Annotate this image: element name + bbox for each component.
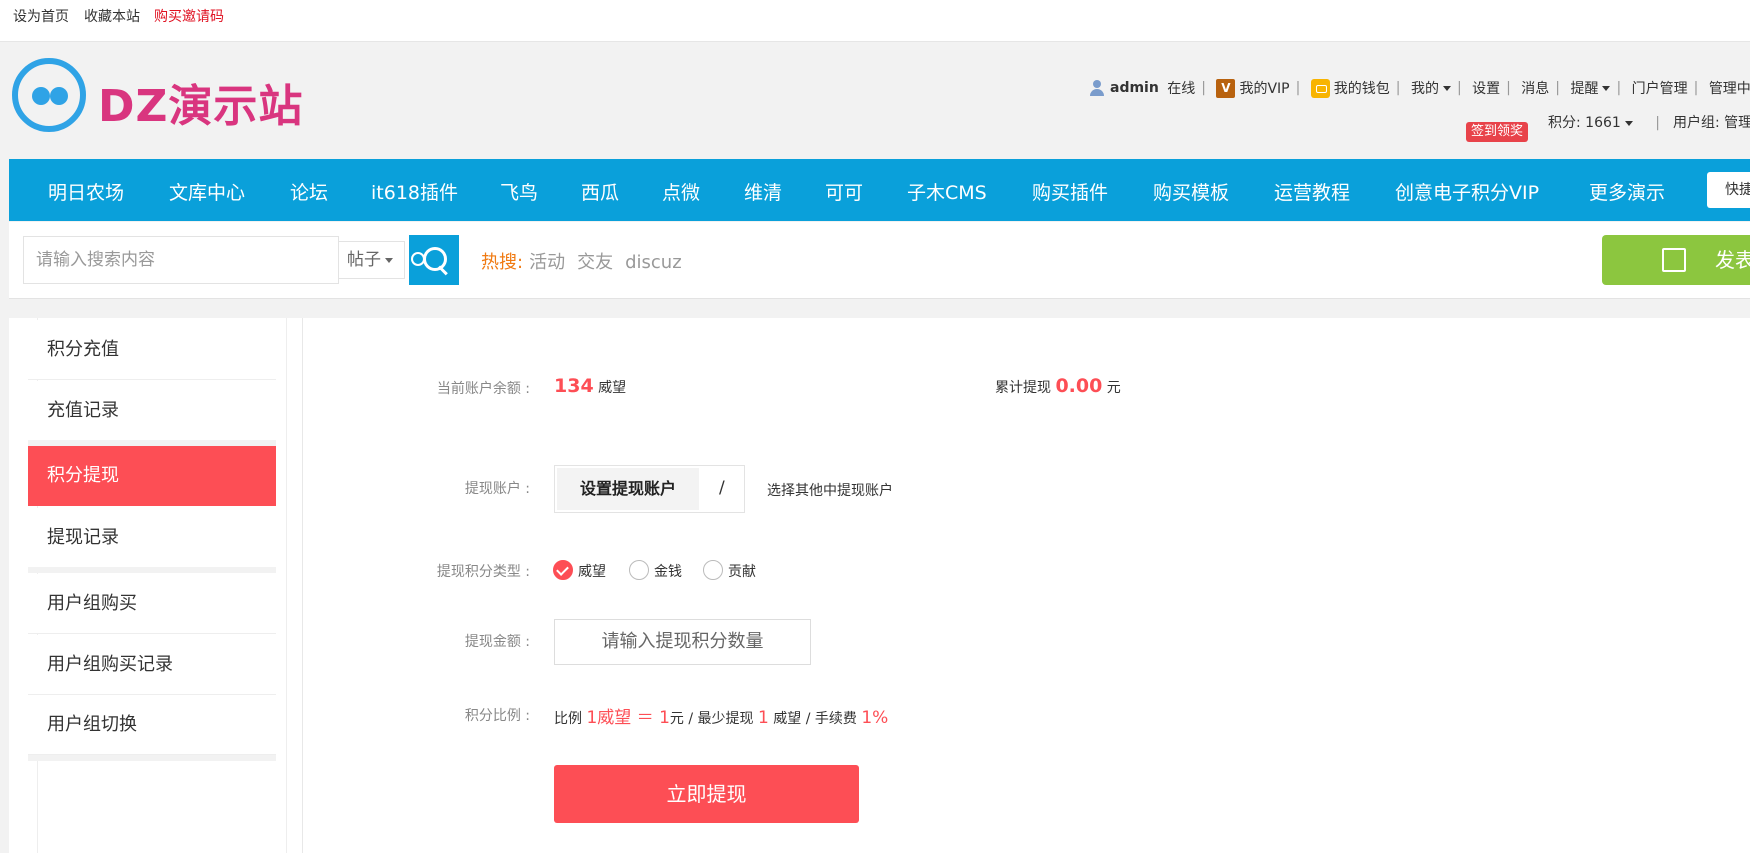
search-button[interactable] bbox=[409, 235, 459, 285]
search-type-select[interactable]: 帖子 bbox=[339, 241, 405, 279]
search-type-value: 帖子 bbox=[347, 250, 381, 270]
vip-icon: V bbox=[1216, 78, 1236, 98]
balance-unit: 威望 bbox=[598, 380, 627, 396]
user-nav: admin 在线 | V 我的VIP | 我的钱包 | 我的 | 设置 | 消息 | 提醒 | … bbox=[1090, 78, 1750, 98]
buy-invite-code-link[interactable]: 购买邀请码 bbox=[154, 6, 224, 26]
radio-label-weiwang: 威望 bbox=[578, 564, 606, 580]
nav-item-library[interactable]: 文库中心 bbox=[169, 178, 245, 205]
fee-value: 1% bbox=[861, 708, 889, 728]
radio-weiwang[interactable] bbox=[553, 560, 573, 580]
withdraw-submit-button[interactable]: 立即提现 bbox=[554, 765, 859, 823]
sidebar-item-recharge-records[interactable]: 充值记录 bbox=[28, 381, 276, 441]
balance-display: 134 威望 bbox=[554, 375, 626, 397]
sidebar-item-withdraw-records[interactable]: 提现记录 bbox=[28, 508, 276, 568]
nav-item-buy-plugins[interactable]: 购买插件 bbox=[1032, 178, 1108, 205]
sidebar-item-withdraw[interactable]: 积分提现 bbox=[28, 446, 276, 506]
amount-label: 提现金额 : bbox=[464, 634, 530, 650]
set-account-button[interactable]: 设置提现账户 bbox=[557, 468, 699, 510]
my-vip-link[interactable]: 我的VIP bbox=[1239, 78, 1289, 98]
chevron-down-icon bbox=[385, 257, 393, 263]
radio-gongxian[interactable] bbox=[703, 560, 723, 580]
nav-item-keke[interactable]: 可可 bbox=[825, 178, 863, 205]
mine-menu[interactable]: 我的 bbox=[1411, 78, 1439, 98]
post-button[interactable]: 发表 bbox=[1602, 235, 1750, 285]
settings-link[interactable]: 设置 bbox=[1472, 78, 1500, 98]
min-withdraw-unit: 威望 / 手续费 bbox=[773, 711, 857, 727]
ratio-label: 积分比例 : bbox=[464, 708, 530, 724]
search-icon bbox=[423, 247, 447, 271]
usergroup-display: 用户组: 管理员 bbox=[1673, 115, 1750, 131]
total-value: 0.00 bbox=[1055, 375, 1103, 397]
balance-label: 当前账户余额 : bbox=[436, 381, 530, 397]
points-display[interactable]: 积分: 1661 | bbox=[1548, 112, 1660, 132]
nav-item-dianwei[interactable]: 点微 bbox=[662, 178, 700, 205]
radio-jinqian[interactable] bbox=[629, 560, 649, 580]
wallet-icon bbox=[1310, 78, 1330, 98]
hot-search-label: 热搜: bbox=[481, 252, 524, 273]
nav-item-weiqing[interactable]: 维清 bbox=[744, 178, 782, 205]
top-bar: 设为首页 收藏本站 购买邀请码 bbox=[0, 0, 1750, 42]
sign-in-reward-badge[interactable]: 签到领奖 bbox=[1466, 122, 1529, 142]
sidebar-item-recharge[interactable]: 积分充值 bbox=[28, 320, 276, 380]
account-separator: / bbox=[719, 478, 725, 498]
nav-item-feiniao[interactable]: 飞鸟 bbox=[500, 178, 538, 205]
ratio-unit: 元 / 最少提现 bbox=[669, 711, 754, 727]
min-withdraw-value: 1 bbox=[757, 708, 769, 728]
nav-item-credits-vip[interactable]: 创意电子积分VIP bbox=[1395, 178, 1539, 205]
messages-link[interactable]: 消息 bbox=[1521, 78, 1549, 98]
hot-search: 热搜: 活动 交友 discuz bbox=[481, 248, 694, 274]
withdraw-account-box: 设置提现账户 / bbox=[554, 465, 745, 513]
nav-item-xigua[interactable]: 西瓜 bbox=[581, 178, 619, 205]
nav-item-buy-templates[interactable]: 购买模板 bbox=[1153, 178, 1229, 205]
online-status: 在线 bbox=[1167, 81, 1196, 97]
sidebar-item-usergroup-buy-records[interactable]: 用户组购买记录 bbox=[28, 635, 276, 695]
radio-label-gongxian: 贡献 bbox=[728, 564, 756, 580]
hot-keyword[interactable]: discuz bbox=[625, 252, 682, 273]
portal-admin-link[interactable]: 门户管理 bbox=[1632, 78, 1688, 98]
logo-text: DZ演示站 bbox=[98, 81, 304, 132]
nav-item-farm[interactable]: 明日农场 bbox=[48, 178, 124, 205]
total-label: 累计提现 bbox=[995, 380, 1051, 396]
chevron-down-icon bbox=[1442, 85, 1451, 91]
account-label: 提现账户 : bbox=[464, 481, 530, 497]
logo-dot-icon bbox=[50, 87, 68, 105]
my-wallet-link[interactable]: 我的钱包 bbox=[1334, 78, 1390, 98]
ratio-value: 1威望 ＝ 1 bbox=[586, 708, 670, 728]
search-input[interactable]: 请输入搜索内容 bbox=[23, 236, 339, 284]
main-nav: 明日农场 文库中心 论坛 it618插件 飞鸟 西瓜 点微 维清 可可 子木CM… bbox=[9, 159, 1750, 221]
total-withdrawn: 累计提现 0.00 元 bbox=[995, 375, 1121, 397]
withdraw-panel bbox=[302, 318, 1750, 853]
balance-value: 134 bbox=[554, 375, 594, 397]
points-value: 积分: 1661 bbox=[1548, 115, 1621, 131]
withdraw-amount-input[interactable]: 请输入提现积分数量 bbox=[554, 619, 811, 665]
site-logo[interactable]: DZ演示站 bbox=[12, 58, 302, 140]
set-home-link[interactable]: 设为首页 bbox=[13, 6, 69, 26]
logo-dot-icon bbox=[32, 87, 50, 105]
hot-keyword[interactable]: 交友 bbox=[577, 252, 613, 273]
hot-keyword[interactable]: 活动 bbox=[529, 252, 565, 273]
quick-button[interactable]: 快捷 bbox=[1707, 172, 1750, 208]
ratio-info: 比例 1威望 ＝ 1元 / 最少提现 1 威望 / 手续费 1% bbox=[554, 703, 888, 728]
reminders-menu[interactable]: 提醒 bbox=[1570, 78, 1598, 98]
nav-item-zimu-cms[interactable]: 子木CMS bbox=[907, 178, 987, 205]
sidebar-item-usergroup-switch[interactable]: 用户组切换 bbox=[28, 695, 276, 755]
total-unit: 元 bbox=[1106, 380, 1121, 396]
admin-center-link[interactable]: 管理中心 bbox=[1709, 78, 1750, 98]
username-link[interactable]: admin bbox=[1110, 80, 1159, 96]
edit-icon bbox=[1662, 248, 1686, 272]
type-label: 提现积分类型 : bbox=[436, 564, 530, 580]
nav-item-more-demos[interactable]: 更多演示 bbox=[1589, 178, 1665, 205]
chevron-down-icon bbox=[1602, 85, 1611, 91]
nav-item-forum[interactable]: 论坛 bbox=[290, 178, 328, 205]
post-button-label: 发表 bbox=[1715, 248, 1750, 272]
sidebar-item-usergroup-buy[interactable]: 用户组购买 bbox=[28, 574, 276, 634]
choose-other-account-link[interactable]: 选择其他中提现账户 bbox=[767, 480, 893, 500]
ratio-prefix: 比例 bbox=[554, 711, 582, 727]
radio-label-jinqian: 金钱 bbox=[654, 564, 682, 580]
user-icon bbox=[1090, 80, 1104, 96]
nav-item-it618[interactable]: it618插件 bbox=[371, 178, 458, 205]
bookmark-link[interactable]: 收藏本站 bbox=[84, 6, 140, 26]
chevron-down-icon bbox=[1624, 120, 1633, 126]
nav-item-tutorials[interactable]: 运营教程 bbox=[1274, 178, 1350, 205]
